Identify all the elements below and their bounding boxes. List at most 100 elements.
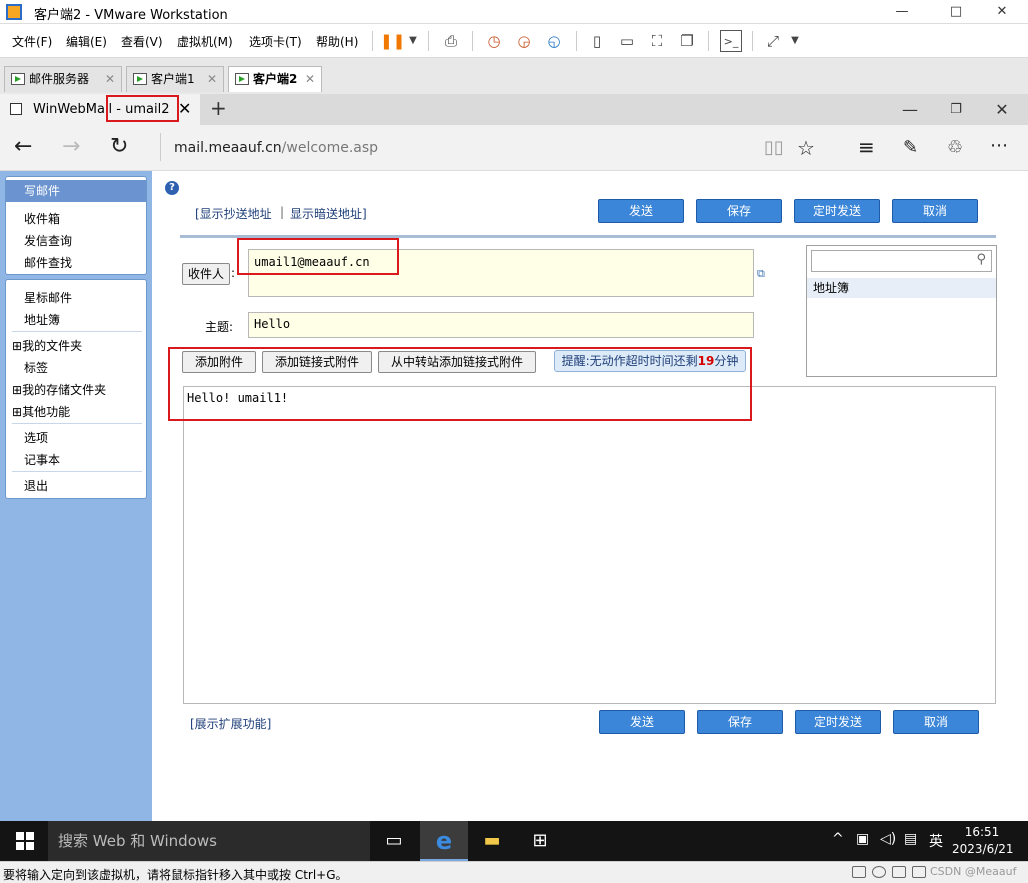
- address-tree-icon[interactable]: ⧉: [757, 267, 765, 281]
- subject-field[interactable]: Hello: [248, 312, 754, 338]
- save-button[interactable]: 保存: [696, 199, 782, 223]
- cancel-button[interactable]: 取消: [892, 199, 978, 223]
- sidebar-item-address-book[interactable]: 地址簿: [24, 311, 60, 328]
- search-icon[interactable]: ⚲: [976, 252, 986, 267]
- url-path: /welcome.asp: [281, 140, 379, 156]
- menu-view[interactable]: 查看(V): [121, 33, 163, 50]
- snapshot-manager-icon[interactable]: ◵: [543, 30, 565, 52]
- taskbar-search[interactable]: 搜索 Web 和 Windows: [48, 821, 370, 861]
- schedule-send-button[interactable]: 定时发送: [794, 199, 880, 223]
- close-icon[interactable]: ✕: [105, 67, 115, 91]
- hub-icon[interactable]: ≡: [858, 135, 875, 159]
- minimize-button[interactable]: —: [884, 0, 920, 24]
- address-book-search-input[interactable]: ⚲: [811, 250, 992, 272]
- send-button[interactable]: 发送: [599, 710, 685, 734]
- snapshot-icon[interactable]: ◷: [483, 30, 505, 52]
- tab-label: 客户端1: [151, 72, 195, 86]
- show-extensions-link[interactable]: [展示扩展功能]: [190, 715, 271, 732]
- menu-file[interactable]: 文件(F): [12, 33, 52, 50]
- show-cc-link[interactable]: [显示抄送地址: [195, 205, 272, 222]
- recipient-button[interactable]: 收件人: [182, 263, 230, 285]
- network-adapter-icon[interactable]: [892, 866, 906, 878]
- message-body-editor[interactable]: Hello! umail1!: [183, 386, 996, 704]
- refresh-icon[interactable]: ↻: [110, 134, 128, 159]
- sidebar-item-notepad[interactable]: 记事本: [24, 451, 60, 468]
- address-book-label[interactable]: 地址簿: [807, 278, 996, 298]
- windows-start-icon[interactable]: [16, 832, 34, 850]
- show-library-icon[interactable]: ▯: [586, 30, 608, 52]
- unity-icon[interactable]: ❐: [676, 30, 698, 52]
- volume-icon[interactable]: ◁): [880, 831, 896, 847]
- menu-edit[interactable]: 编辑(E): [66, 33, 107, 50]
- sidebar-item-other-functions[interactable]: ⊞其他功能: [12, 403, 70, 420]
- input-method-indicator[interactable]: 英: [929, 831, 943, 851]
- close-icon[interactable]: ✕: [178, 99, 191, 118]
- action-center-icon[interactable]: ▤: [904, 831, 917, 847]
- restore-button[interactable]: ❐: [938, 98, 974, 122]
- menu-help[interactable]: 帮助(H): [316, 33, 358, 50]
- show-bcc-link[interactable]: 显示暗送地址]: [290, 205, 367, 222]
- tab-mail-server[interactable]: 邮件服务器 ✕: [4, 66, 122, 92]
- url-field[interactable]: mail.meaauf.cn/welcome.asp: [174, 140, 378, 156]
- sidebar-item-inbox[interactable]: 收件箱: [24, 210, 60, 227]
- close-icon[interactable]: ✕: [305, 67, 315, 91]
- save-button[interactable]: 保存: [697, 710, 783, 734]
- sidebar-item-compose[interactable]: 写邮件: [6, 180, 146, 202]
- sidebar-item-tags[interactable]: 标签: [24, 359, 48, 376]
- edge-icon[interactable]: e: [420, 821, 468, 861]
- share-icon[interactable]: ♲: [947, 137, 963, 158]
- sidebar-item-options[interactable]: 选项: [24, 429, 48, 446]
- chevron-down-icon[interactable]: ▼: [402, 30, 424, 52]
- minimize-button[interactable]: —: [892, 98, 928, 122]
- web-note-icon[interactable]: ✎: [903, 137, 918, 158]
- usb-icon[interactable]: [912, 866, 926, 878]
- expand-plus-icon[interactable]: ⊞: [12, 383, 22, 397]
- new-tab-button[interactable]: +: [210, 96, 227, 120]
- console-icon[interactable]: >_: [720, 30, 742, 52]
- menu-tabs[interactable]: 选项卡(T): [249, 33, 302, 50]
- close-button[interactable]: ✕: [984, 98, 1020, 122]
- browser-address-bar: ← → ↻ mail.meaauf.cn/welcome.asp ▯▯ ☆ ≡ …: [0, 125, 1028, 171]
- maximize-button[interactable]: □: [938, 0, 974, 24]
- cancel-button[interactable]: 取消: [893, 710, 979, 734]
- store-icon[interactable]: ⊞: [516, 821, 564, 861]
- sidebar-item-mail-search[interactable]: 邮件查找: [24, 254, 72, 271]
- stretch-icon[interactable]: ⤢: [762, 30, 784, 52]
- forward-icon[interactable]: →: [62, 134, 80, 159]
- send-button[interactable]: 发送: [598, 199, 684, 223]
- sidebar-item-starred[interactable]: 星标邮件: [24, 289, 72, 306]
- task-view-icon[interactable]: ▭: [370, 821, 418, 861]
- thumbnail-bar-icon[interactable]: ▭: [616, 30, 638, 52]
- full-screen-icon[interactable]: ⛶: [646, 30, 668, 52]
- pause-icon[interactable]: ❚❚: [380, 30, 405, 52]
- tab-client1[interactable]: 客户端1 ✕: [126, 66, 224, 92]
- sidebar-item-logout[interactable]: 退出: [24, 477, 48, 494]
- sidebar-item-sent-query[interactable]: 发信查询: [24, 232, 72, 249]
- send-ctrl-alt-del-icon[interactable]: ⎙: [440, 30, 462, 52]
- hard-disk-icon[interactable]: [852, 866, 866, 878]
- expand-plus-icon[interactable]: ⊞: [12, 339, 22, 353]
- expand-plus-icon[interactable]: ⊞: [12, 405, 22, 419]
- chevron-down-icon[interactable]: ▼: [784, 30, 806, 52]
- close-button[interactable]: ✕: [984, 0, 1020, 24]
- more-icon[interactable]: ⋯: [990, 135, 1008, 156]
- tab-client2[interactable]: 客户端2 ✕: [228, 66, 322, 92]
- revert-snapshot-icon[interactable]: ◶: [513, 30, 535, 52]
- show-hidden-icons-icon[interactable]: ^: [832, 831, 844, 847]
- file-explorer-icon[interactable]: ▬: [468, 821, 516, 861]
- menu-vm[interactable]: 虚拟机(M): [177, 33, 233, 50]
- cd-drive-icon[interactable]: [872, 866, 886, 878]
- vmware-logo-icon: [6, 4, 22, 20]
- sidebar-item-my-folders[interactable]: ⊞我的文件夹: [12, 337, 82, 354]
- sidebar-item-storage-folders[interactable]: ⊞我的存储文件夹: [12, 381, 106, 398]
- schedule-send-button[interactable]: 定时发送: [795, 710, 881, 734]
- network-icon[interactable]: ▣: [856, 831, 869, 847]
- favorite-star-icon[interactable]: ☆: [797, 136, 815, 160]
- help-icon[interactable]: ?: [165, 181, 179, 195]
- reading-view-icon[interactable]: ▯▯: [764, 137, 784, 158]
- back-icon[interactable]: ←: [14, 134, 32, 159]
- annotation-highlight: [168, 347, 752, 421]
- taskbar-clock[interactable]: 16:51 2023/6/21: [952, 824, 1014, 858]
- close-icon[interactable]: ✕: [207, 67, 217, 91]
- sidebar-item-label: 我的文件夹: [22, 339, 83, 353]
